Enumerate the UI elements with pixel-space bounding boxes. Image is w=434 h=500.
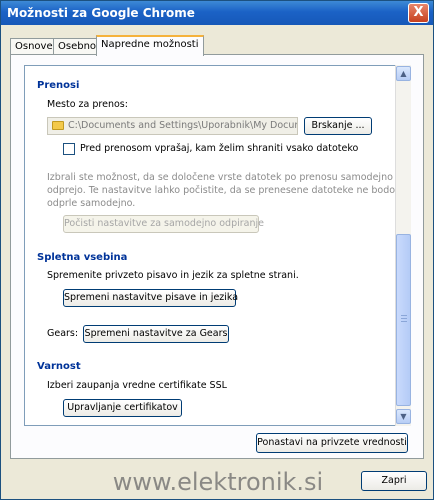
web-content-section-title: Spletna vsebina [37,252,128,263]
title-bar[interactable]: Možnosti za Google Chrome X [1,1,433,25]
vertical-scrollbar[interactable]: ▲ ▼ [395,65,411,426]
options-window: Možnosti za Google Chrome X Osnove Osebn… [0,0,434,500]
close-icon: X [413,5,424,20]
auto-open-text-line-3: odprle samodejno. [47,198,136,209]
gears-settings-button[interactable]: Spremeni nastavitve za Gears [83,325,229,343]
download-path-text: C:\Documents and Settings\Uporabnik\My D… [68,120,297,131]
auto-open-text-line-2: odprejo. Te nastavitve lahko počistite, … [47,185,396,196]
close-button[interactable]: Zapri [361,471,427,491]
web-content-description: Spremenite privzeto pisavo in jezik za s… [47,270,299,281]
browse-button[interactable]: Brskanje ... [304,117,372,135]
manage-certificates-button[interactable]: Upravljanje certifikatov [63,399,182,417]
security-section-title: Varnost [37,361,81,372]
fonts-languages-button[interactable]: Spremeni nastavitve pisave in jezika [63,289,238,307]
settings-scroll-area: Prenosi Mesto za prenos: C:\Documents an… [24,65,411,426]
scroll-down-button[interactable]: ▼ [396,409,411,424]
downloads-section-title: Prenosi [37,80,80,91]
ask-where-checkbox[interactable] [63,143,75,155]
download-location-label: Mesto za prenos: [47,99,128,110]
tab-personal[interactable]: Osebno [53,38,102,55]
tab-advanced[interactable]: Napredne možnosti [96,35,204,56]
download-path-field: C:\Documents and Settings\Uporabnik\My D… [47,117,298,135]
clear-auto-open-button[interactable]: Počisti nastavitve za samodejno odpiranj… [63,215,264,233]
ask-where-label: Pred prenosom vprašaj, kam želim shranit… [80,143,359,154]
gears-label: Gears: [47,328,79,339]
folder-icon [52,121,64,130]
tab-basics[interactable]: Osnove [10,38,58,55]
scroll-up-button[interactable]: ▲ [396,66,411,81]
window-title: Možnosti za Google Chrome [7,6,195,20]
close-window-button[interactable]: X [408,3,429,23]
auto-open-text-line-1: Izbrali ste možnost, da se določene vrst… [47,172,393,183]
reset-defaults-button[interactable]: Ponastavi na privzete vrednosti [256,433,408,453]
security-description: Izberi zaupanja vredne certifikate SSL [47,380,227,391]
scroll-thumb[interactable] [396,234,411,406]
